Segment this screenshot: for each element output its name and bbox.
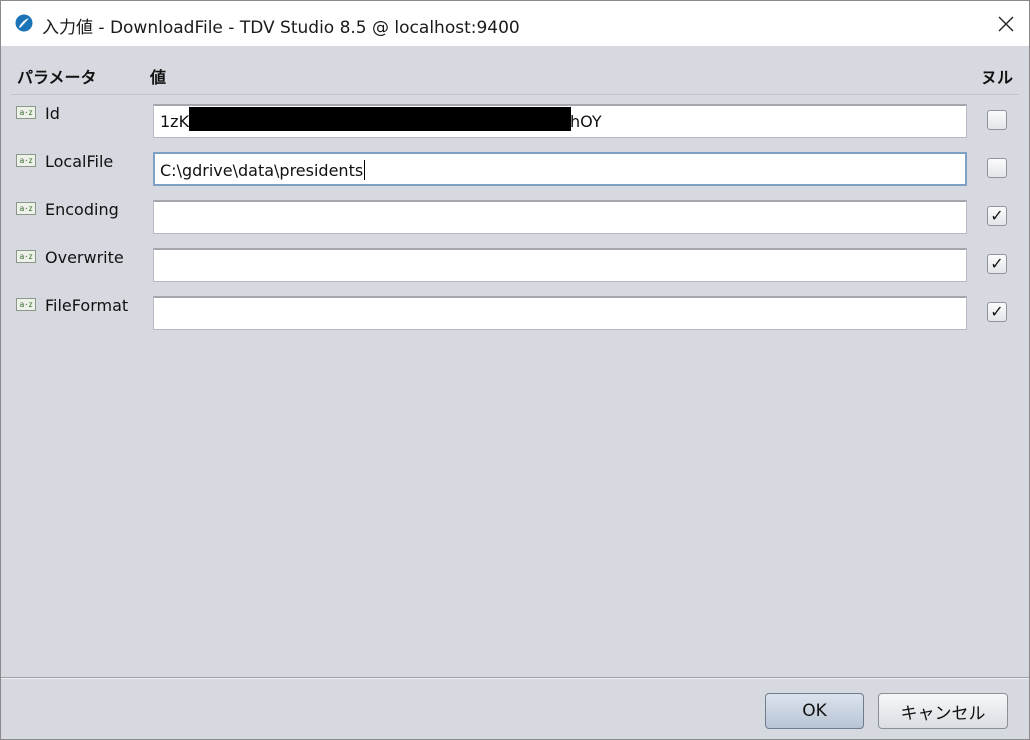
parameter-label: Overwrite (45, 248, 124, 267)
encoding-value-field[interactable] (153, 200, 967, 234)
parameter-row-fileformat: a·z FileFormat ✓ (1, 289, 1029, 337)
parameter-label: Id (45, 104, 60, 123)
parameter-row-id: a·z Id 1zK hOY (1, 97, 1029, 145)
close-button[interactable] (983, 1, 1029, 46)
null-checkbox-encoding[interactable]: ✓ (987, 206, 1007, 226)
localfile-value-text: C:\gdrive\data\presidents (160, 160, 366, 180)
null-checkbox-overwrite[interactable]: ✓ (987, 254, 1007, 274)
close-icon (998, 16, 1014, 31)
parameter-row-overwrite: a·z Overwrite ✓ (1, 241, 1029, 289)
string-type-icon: a·z (16, 298, 36, 311)
id-value-start: 1zK (160, 112, 190, 131)
checkmark-icon: ✓ (990, 302, 1004, 321)
column-header-null: ヌル (981, 68, 1014, 87)
checkmark-icon: ✓ (990, 254, 1004, 273)
parameter-row-localfile: a·z LocalFile C:\gdrive\data\presidents (1, 145, 1029, 193)
tdv-app-icon (15, 14, 33, 32)
footer-divider-highlight (1, 678, 1029, 679)
text-caret (364, 160, 366, 180)
null-checkbox-fileformat[interactable]: ✓ (987, 302, 1007, 322)
window-title: 入力値 - DownloadFile - TDV Studio 8.5 @ lo… (42, 18, 520, 38)
null-checkbox-id[interactable] (987, 110, 1007, 130)
column-header-parameter: パラメータ (17, 68, 97, 87)
string-type-icon: a·z (16, 202, 36, 215)
checkmark-icon: ✓ (990, 206, 1004, 225)
parameter-label: LocalFile (45, 152, 114, 171)
string-type-icon: a·z (16, 106, 36, 119)
column-header: パラメータ 値 ヌル (1, 46, 1029, 94)
ok-button[interactable]: OK (765, 693, 864, 729)
column-header-value: 値 (150, 68, 167, 87)
cancel-button[interactable]: キャンセル (878, 693, 1008, 729)
null-checkbox-localfile[interactable] (987, 158, 1007, 178)
redaction-bar (189, 107, 571, 131)
fileformat-value-field[interactable] (153, 296, 967, 330)
id-value-text: 1zK hOY (160, 112, 602, 131)
id-value-end: hOY (570, 112, 602, 131)
parameter-label: Encoding (45, 200, 119, 219)
input-values-dialog: 入力値 - DownloadFile - TDV Studio 8.5 @ lo… (0, 0, 1030, 740)
title-bar: 入力値 - DownloadFile - TDV Studio 8.5 @ lo… (1, 1, 1029, 46)
parameter-row-encoding: a·z Encoding ✓ (1, 193, 1029, 241)
localfile-value: C:\gdrive\data\presidents (160, 161, 364, 180)
header-divider (11, 94, 1019, 95)
string-type-icon: a·z (16, 250, 36, 263)
parameter-label: FileFormat (45, 296, 129, 315)
overwrite-value-field[interactable] (153, 248, 967, 282)
string-type-icon: a·z (16, 154, 36, 167)
